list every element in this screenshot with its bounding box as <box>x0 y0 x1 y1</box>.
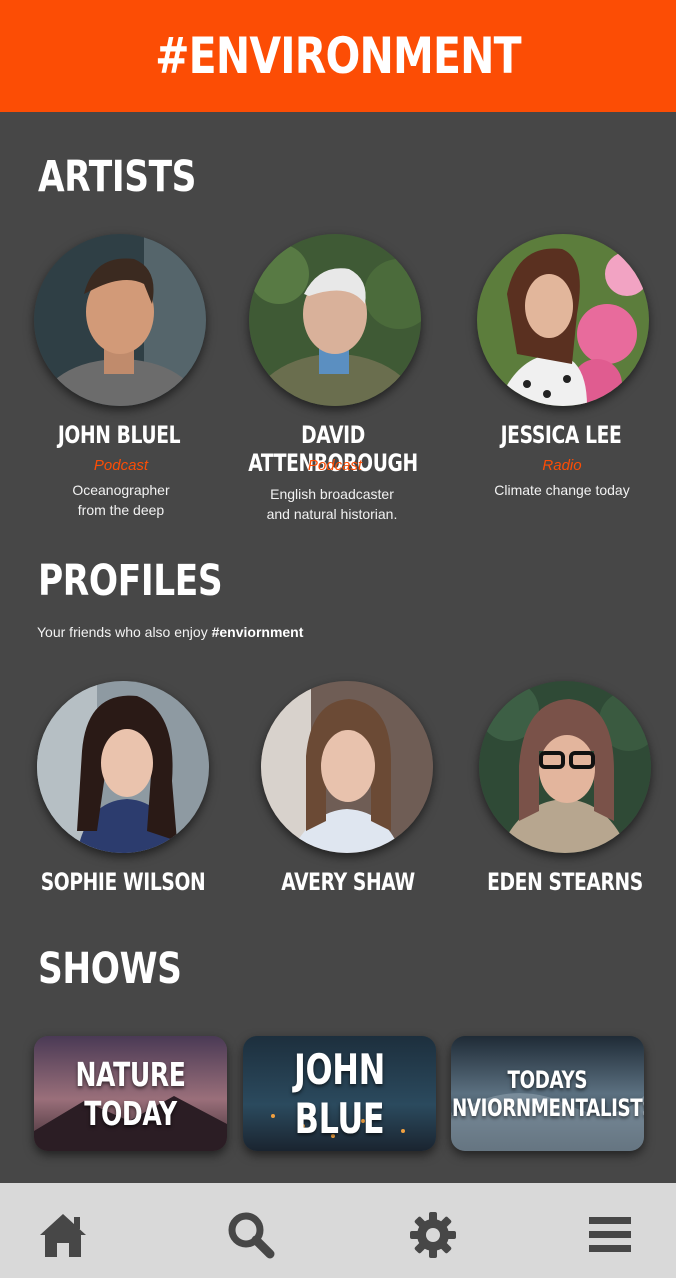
hashtag: #enviornment <box>211 624 304 640</box>
home-icon[interactable] <box>38 1211 88 1259</box>
artist-role: Podcast <box>307 457 363 474</box>
page-title: #ENVIRONMENT <box>155 27 521 85</box>
show-card-nature-today[interactable]: NATURE TODAY <box>34 1036 227 1151</box>
artist-avatar-david-attenborough[interactable] <box>249 234 421 406</box>
artists-section-title: ARTISTS <box>38 152 197 202</box>
show-title: TODAYS ENVIORNMENTALISTS <box>451 1065 644 1122</box>
shows-section-title: SHOWS <box>38 944 182 994</box>
artist-avatar-john-bluel[interactable] <box>34 234 206 406</box>
show-card-todays-enviornmentalists[interactable]: TODAYS ENVIORNMENTALISTS <box>451 1036 644 1151</box>
profile-avatar-sophie-wilson[interactable] <box>37 681 209 853</box>
artist-description: Climate change today <box>494 482 630 498</box>
profiles-section-title: PROFILES <box>38 556 223 606</box>
gear-icon[interactable] <box>408 1211 458 1259</box>
show-card-john-blue[interactable]: JOHN BLUE <box>243 1036 436 1151</box>
show-title: NATURE TODAY <box>75 1054 186 1133</box>
artist-name[interactable]: JESSICA LEE <box>475 421 647 449</box>
profiles-subtitle: Your friends who also enjoy #enviornment <box>37 624 304 640</box>
artist-role: Podcast <box>93 457 149 474</box>
profile-avatar-eden-stearns[interactable] <box>479 681 651 853</box>
search-icon[interactable] <box>226 1211 276 1259</box>
profile-avatar-avery-shaw[interactable] <box>261 681 433 853</box>
artist-description: English broadcaster and natural historian… <box>266 486 398 522</box>
menu-icon[interactable] <box>586 1211 636 1259</box>
profile-name[interactable]: EDEN STEARNS <box>479 868 651 896</box>
profile-name[interactable]: AVERY SHAW <box>262 868 434 896</box>
app-header: #ENVIRONMENT <box>0 0 676 112</box>
profile-name[interactable]: SOPHIE WILSON <box>37 868 209 896</box>
artist-description: Oceanographer from the deep <box>72 482 170 518</box>
artist-role: Radio <box>542 457 582 474</box>
artist-name[interactable]: JOHN BLUEL <box>33 421 205 449</box>
show-title: JOHN BLUE <box>294 1044 385 1143</box>
artist-avatar-jessica-lee[interactable] <box>477 234 649 406</box>
bottom-nav <box>0 1183 676 1278</box>
